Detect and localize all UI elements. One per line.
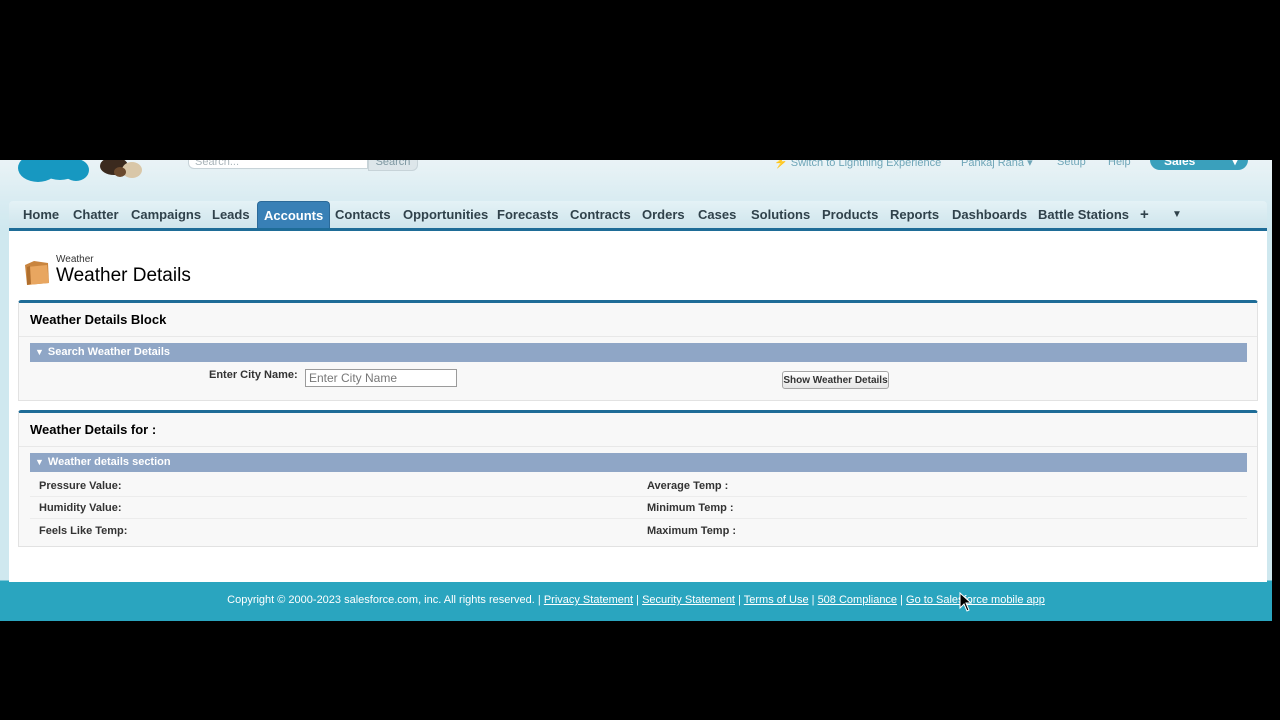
lightning-icon: ⚡ xyxy=(774,160,791,169)
tab-orders[interactable]: Orders xyxy=(642,201,685,228)
top-header: Search... Search ⚡ Switch to Lightning E… xyxy=(0,160,1272,200)
details-block-title: Weather Details for : xyxy=(30,422,157,437)
city-name-label: Enter City Name: xyxy=(209,369,298,381)
lightning-switch-label: Switch to Lightning Experience xyxy=(790,160,942,169)
tab-forecasts[interactable]: Forecasts xyxy=(497,201,558,228)
details-section-header[interactable]: ▼ Weather details section xyxy=(30,453,1247,472)
main-content: Weather Weather Details Weather Details … xyxy=(9,231,1267,582)
salesforce-cloud-logo[interactable] xyxy=(16,160,90,184)
collapse-triangle-icon[interactable]: ▼ xyxy=(35,457,44,467)
tab-reports[interactable]: Reports xyxy=(890,201,939,228)
tab-contracts[interactable]: Contracts xyxy=(570,201,631,228)
tab-leads[interactable]: Leads xyxy=(212,201,250,228)
mobile-app-link[interactable]: Go to Salesforce mobile app xyxy=(906,594,1045,606)
humidity-label: Humidity Value: xyxy=(39,502,122,514)
folder-icon xyxy=(25,261,49,285)
lightning-switch-link[interactable]: ⚡ Switch to Lightning Experience xyxy=(774,160,941,169)
detail-row: Humidity Value: Minimum Temp : xyxy=(30,497,1247,519)
search-block: Weather Details Block ▼ Search Weather De… xyxy=(18,300,1258,401)
app-switcher[interactable]: Sales ▾ xyxy=(1150,160,1248,170)
pressure-label: Pressure Value: xyxy=(39,480,122,492)
tab-home[interactable]: Home xyxy=(23,201,59,228)
divider xyxy=(19,446,1257,447)
breadcrumb: Weather xyxy=(56,254,94,265)
search-block-title: Weather Details Block xyxy=(30,312,167,327)
help-link[interactable]: Help xyxy=(1108,160,1131,168)
privacy-statement-link[interactable]: Privacy Statement xyxy=(544,594,633,606)
tab-solutions[interactable]: Solutions xyxy=(751,201,810,228)
security-statement-link[interactable]: Security Statement xyxy=(642,594,735,606)
user-menu[interactable]: Pankaj Rana ▾ xyxy=(961,160,1033,169)
details-block: Weather Details for : ▼ Weather details s… xyxy=(18,410,1258,547)
search-section-header[interactable]: ▼ Search Weather Details xyxy=(30,343,1247,362)
tab-cases[interactable]: Cases xyxy=(698,201,736,228)
detail-row: Feels Like Temp: Maximum Temp : xyxy=(30,519,1247,541)
setup-link[interactable]: Setup xyxy=(1057,160,1086,168)
copyright-text: Copyright © 2000-2023 salesforce.com, in… xyxy=(227,594,541,606)
tab-products[interactable]: Products xyxy=(822,201,878,228)
details-section-label: Weather details section xyxy=(47,456,171,468)
tab-battle-stations[interactable]: Battle Stations xyxy=(1038,201,1129,228)
tab-bar: Home Chatter Campaigns Leads Accounts Co… xyxy=(9,201,1267,231)
app-switcher-label: Sales xyxy=(1164,160,1196,168)
chevron-down-icon: ▾ xyxy=(1027,160,1033,169)
feels-like-label: Feels Like Temp: xyxy=(39,525,128,537)
chevron-down-icon: ▾ xyxy=(1231,160,1238,168)
user-menu-label: Pankaj Rana xyxy=(961,160,1024,169)
maximum-temp-label: Maximum Temp : xyxy=(647,525,737,537)
tab-campaigns[interactable]: Campaigns xyxy=(131,201,201,228)
tab-contacts[interactable]: Contacts xyxy=(335,201,391,228)
mouse-cursor-icon xyxy=(959,592,973,612)
page-title: Weather Details xyxy=(56,265,191,286)
minimum-temp-label: Minimum Temp : xyxy=(647,502,734,514)
average-temp-label: Average Temp : xyxy=(647,480,729,492)
compliance-508-link[interactable]: 508 Compliance xyxy=(818,594,898,606)
global-search-input[interactable]: Search... xyxy=(188,160,368,169)
global-search-button[interactable]: Search xyxy=(368,160,418,171)
tab-accounts[interactable]: Accounts xyxy=(257,201,331,228)
tab-opportunities[interactable]: Opportunities xyxy=(403,201,488,228)
divider xyxy=(19,336,1257,337)
terms-of-use-link[interactable]: Terms of Use xyxy=(744,594,809,606)
mascot-icon xyxy=(100,160,142,178)
show-weather-details-button[interactable]: Show Weather Details xyxy=(782,371,889,389)
search-section-label: Search Weather Details xyxy=(47,346,170,358)
tab-all-tabs-plus[interactable]: + xyxy=(1140,201,1149,228)
city-name-input[interactable] xyxy=(305,369,457,387)
detail-row: Pressure Value: Average Temp : xyxy=(30,475,1247,497)
tab-overflow-caret-icon[interactable]: ▼ xyxy=(1172,201,1182,228)
tab-dashboards[interactable]: Dashboards xyxy=(952,201,1027,228)
footer: Copyright © 2000-2023 salesforce.com, in… xyxy=(227,594,1045,606)
salesforce-window: Search... Search ⚡ Switch to Lightning E… xyxy=(0,160,1272,621)
tab-chatter[interactable]: Chatter xyxy=(73,201,119,228)
collapse-triangle-icon[interactable]: ▼ xyxy=(35,347,44,357)
